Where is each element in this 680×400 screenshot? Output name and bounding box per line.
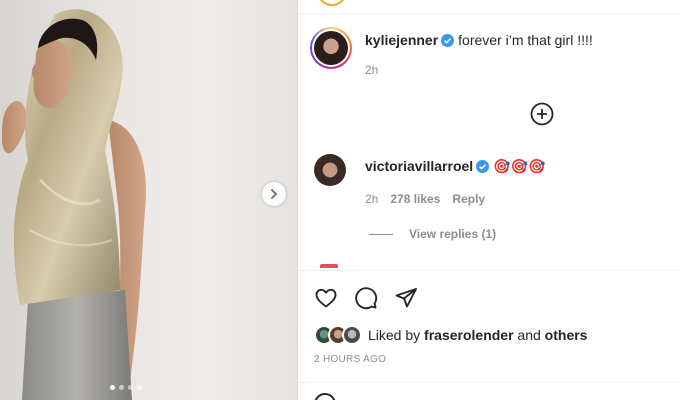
comment: victoriavillarroel 🎯🎯🎯 (365, 158, 545, 176)
verified-badge-icon (476, 160, 490, 176)
next-slide-button[interactable] (262, 182, 286, 206)
actions-divider (298, 270, 680, 271)
liked-by-user[interactable]: fraserolender (424, 327, 513, 343)
reply-button[interactable]: Reply (452, 192, 485, 206)
comment-meta: 2h 278 likes Reply (365, 192, 485, 206)
comment-username[interactable]: victoriavillarroel (365, 158, 473, 174)
emoji-icon[interactable] (314, 393, 336, 400)
caption-text: forever i’m that girl !!!! (458, 32, 593, 48)
carousel-indicators (110, 385, 142, 390)
comment-avatar[interactable] (314, 154, 346, 186)
avatar-image (314, 31, 348, 65)
carousel-dot (110, 385, 115, 390)
caption-time[interactable]: 2h (365, 63, 378, 77)
post-photo (2, 9, 146, 400)
caption: kyliejenner forever i’m that girl !!!! (365, 32, 593, 50)
post-image (0, 0, 297, 400)
chevron-right-icon (271, 189, 278, 199)
caption-username[interactable]: kyliejenner (365, 32, 438, 48)
comment-text: 🎯🎯🎯 (493, 158, 546, 174)
comment-likes[interactable]: 278 likes (390, 192, 440, 206)
comment-time[interactable]: 2h (365, 192, 378, 206)
likes-summary: Liked by fraserolender and others (314, 325, 587, 345)
carousel-dot (137, 385, 142, 390)
plus-circle-icon[interactable] (530, 102, 554, 126)
carousel-dot (128, 385, 133, 390)
liked-by-text: Liked by fraserolender and others (368, 327, 587, 343)
carousel-dot (119, 385, 124, 390)
caption-avatar[interactable] (310, 27, 352, 69)
replies-dash (369, 233, 393, 235)
verified-badge-icon (441, 34, 455, 50)
action-bar (314, 286, 418, 310)
liked-by-prefix: Liked by (368, 327, 421, 343)
paper-plane-icon[interactable] (394, 286, 418, 310)
liked-by-joiner: and (517, 327, 541, 343)
liker-avatar[interactable] (342, 325, 362, 345)
next-comment-avatar-edge (320, 264, 338, 268)
post-timestamp[interactable]: 2 HOURS AGO (314, 354, 386, 365)
header-avatar-edge (317, 0, 347, 6)
heart-icon[interactable] (314, 286, 338, 310)
header-divider (298, 13, 680, 14)
view-replies-label: View replies (1) (409, 227, 497, 241)
liked-by-others[interactable]: others (545, 327, 588, 343)
comment-icon[interactable] (354, 286, 378, 310)
view-replies-button[interactable]: View replies (1) (369, 227, 496, 241)
composer-divider (298, 382, 680, 383)
comments-panel: kyliejenner forever i’m that girl !!!! 2h… (297, 0, 680, 400)
